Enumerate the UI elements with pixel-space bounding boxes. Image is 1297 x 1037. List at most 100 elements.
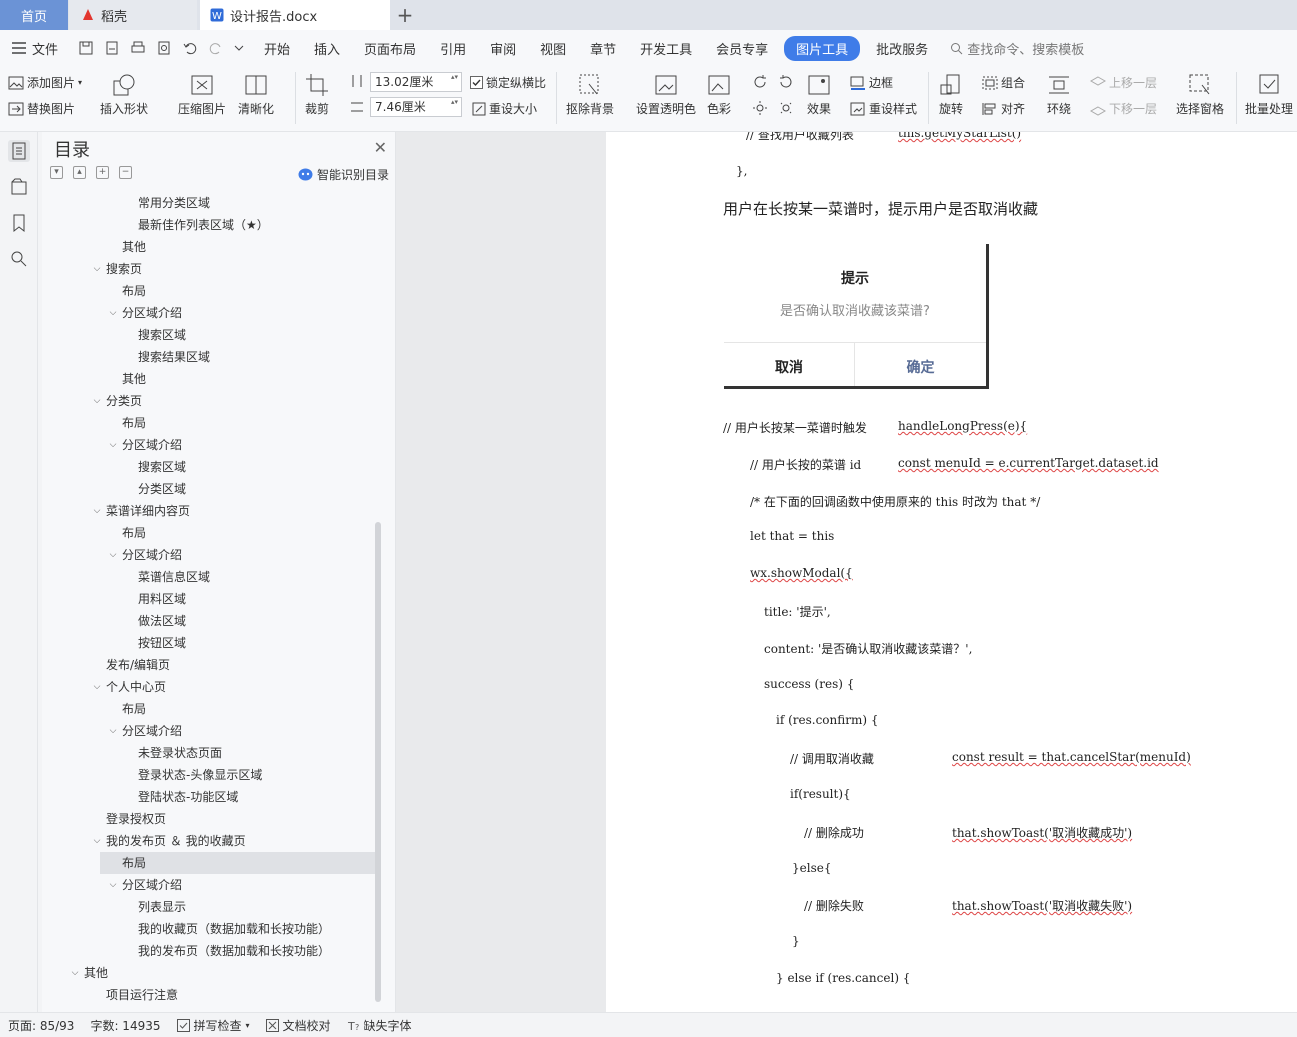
toc-item[interactable]: 按钮区域 <box>122 632 186 654</box>
rotate-button[interactable]: 旋转 <box>938 72 964 117</box>
toc-item[interactable]: 菜谱信息区域 <box>122 566 210 588</box>
tab-daoke[interactable]: 稻壳 <box>69 0 197 30</box>
toc-item[interactable]: 分类区域 <box>122 478 186 500</box>
remove-heading-icon[interactable]: − <box>119 166 132 179</box>
spell-check-button[interactable]: 拼写检查 ▾ <box>169 1017 258 1034</box>
wrap-button[interactable]: 环绕 <box>1046 72 1072 117</box>
toc-item[interactable]: 项目运行注意 <box>90 984 178 1006</box>
toc-item[interactable]: 我的发布页（数据加载和长按功能） <box>122 940 330 962</box>
chevron-down-icon[interactable]: ⌵ <box>90 390 104 412</box>
compress-picture-button[interactable]: 压缩图片 <box>178 72 226 117</box>
batch-process-button[interactable]: 批量处理 <box>1245 72 1293 117</box>
chevron-down-icon[interactable]: ⌵ <box>106 874 120 896</box>
menu-item-section[interactable]: 章节 <box>578 39 628 58</box>
toc-item[interactable]: 未登录状态页面 <box>122 742 222 764</box>
toc-item[interactable]: 登录状态-头像显示区域 <box>122 764 262 786</box>
embedded-dialog-image[interactable]: 提示 是否确认取消收藏该菜谱? 取消 确定 <box>724 244 989 389</box>
toc-scrollbar[interactable] <box>375 522 381 1002</box>
toc-item[interactable]: ⌵ 分区域介绍 <box>106 544 182 566</box>
toc-item[interactable]: 搜索区域 <box>122 456 186 478</box>
rotate-right-icon[interactable] <box>778 74 794 90</box>
toc-item[interactable]: 列表显示 <box>122 896 186 918</box>
crop-button[interactable]: 裁剪 <box>304 72 330 117</box>
toc-item[interactable]: 登录授权页 <box>90 808 166 830</box>
customize-toolbar-icon[interactable] <box>234 43 244 53</box>
brightness-up-icon[interactable] <box>752 100 768 116</box>
menu-item-member[interactable]: 会员专享 <box>704 39 780 58</box>
new-tab-button[interactable]: + <box>395 0 415 30</box>
expand-all-icon[interactable]: ▾ <box>50 166 63 179</box>
toc-item[interactable]: ⌵ 菜谱详细内容页 <box>90 500 190 522</box>
toc-item[interactable]: 布局 <box>106 280 146 302</box>
toc-item[interactable]: 做法区域 <box>122 610 186 632</box>
replace-picture-button[interactable]: 替换图片 <box>8 100 75 117</box>
bookmark-icon[interactable] <box>8 212 30 234</box>
redo-icon[interactable] <box>208 40 224 56</box>
align-button[interactable]: 对齐 <box>982 100 1025 117</box>
toc-item[interactable]: ⌵ 个人中心页 <box>90 676 166 698</box>
toc-item[interactable]: 其他 <box>106 236 146 258</box>
toc-panel-icon[interactable] <box>8 140 30 162</box>
toc-item[interactable]: 发布/编辑页 <box>90 654 170 676</box>
selection-pane-button[interactable]: 选择窗格 <box>1176 72 1224 117</box>
print-preview-icon[interactable] <box>156 40 172 56</box>
lock-ratio-checkbox[interactable]: 锁定纵横比 <box>470 74 546 91</box>
toc-item[interactable]: ⌵ 分区域介绍 <box>106 720 182 742</box>
toc-item[interactable]: 登陆状态-功能区域 <box>122 786 238 808</box>
border-button[interactable]: 边框 <box>850 74 893 91</box>
toc-item[interactable]: ⌵ 其他 <box>68 962 108 984</box>
chevron-down-icon[interactable]: ⌵ <box>106 434 120 456</box>
tab-document[interactable]: W 设计报告.docx <box>200 0 390 30</box>
menu-item-picture-tools[interactable]: 图片工具 <box>784 35 861 61</box>
chevron-down-icon[interactable]: ⌵ <box>106 302 120 324</box>
menu-item-review[interactable]: 审阅 <box>478 39 528 58</box>
toc-item[interactable]: 常用分类区域 <box>122 192 210 214</box>
missing-font-button[interactable]: T? 缺失字体 <box>339 1017 420 1034</box>
print-icon[interactable] <box>130 40 146 56</box>
page-indicator[interactable]: 页面: 85/93 <box>0 1017 82 1034</box>
add-heading-icon[interactable]: + <box>96 166 109 179</box>
chevron-down-icon[interactable]: ⌵ <box>68 962 82 984</box>
toc-item[interactable]: ⌵ 分区域介绍 <box>106 302 182 324</box>
reset-size-button[interactable]: 重设大小 <box>472 100 537 117</box>
toc-item[interactable]: 布局 <box>106 412 146 434</box>
toc-item[interactable]: 用料区域 <box>122 588 186 610</box>
add-picture-button[interactable]: 添加图片 ▾ <box>8 74 82 91</box>
menu-item-page-layout[interactable]: 页面布局 <box>352 39 428 58</box>
toc-item[interactable]: 我的收藏页（数据加载和长按功能） <box>122 918 330 940</box>
toc-item[interactable]: 最新佳作列表区域（★） <box>122 214 269 236</box>
export-pdf-icon[interactable] <box>104 40 120 56</box>
toc-item[interactable]: 布局 <box>106 522 146 544</box>
toc-item[interactable]: ⌵ 分区域介绍 <box>106 874 182 896</box>
document-page[interactable]: // 查找用户收藏列表 this.getMyStarList()}, 用户在长按某一… <box>606 132 1297 1012</box>
toc-item[interactable]: ⌵ 我的发布页 ＆ 我的收藏页 <box>90 830 246 852</box>
menu-item-references[interactable]: 引用 <box>428 39 478 58</box>
chevron-down-icon[interactable]: ⌵ <box>106 544 120 566</box>
brightness-down-icon[interactable] <box>778 100 794 116</box>
chevron-down-icon[interactable]: ⌵ <box>90 830 104 852</box>
menu-item-insert[interactable]: 插入 <box>302 39 352 58</box>
reset-style-button[interactable]: 重设样式 <box>850 100 917 117</box>
width-input[interactable]: 13.02厘米 <box>370 72 462 92</box>
menu-item-start[interactable]: 开始 <box>252 39 302 58</box>
save-icon[interactable] <box>78 40 94 56</box>
chapter-nav-icon[interactable] <box>8 176 30 198</box>
toc-item[interactable]: 搜索结果区域 <box>122 346 210 368</box>
chevron-down-icon[interactable]: ⌵ <box>90 500 104 522</box>
bring-forward-button[interactable]: 上移一层 <box>1090 74 1157 91</box>
toc-item[interactable]: 搜索区域 <box>122 324 186 346</box>
toc-item[interactable]: ⌵ 分类页 <box>90 390 142 412</box>
menu-item-view[interactable]: 视图 <box>528 39 578 58</box>
toc-item[interactable]: 其他 <box>106 368 146 390</box>
height-input[interactable]: 7.46厘米 <box>370 97 462 117</box>
toc-item[interactable]: 布局 <box>100 852 375 874</box>
color-button[interactable]: 色彩 <box>706 72 732 117</box>
file-menu[interactable]: 文件 <box>0 39 70 58</box>
tab-home[interactable]: 首页 <box>0 0 68 30</box>
menu-item-developer[interactable]: 开发工具 <box>628 39 704 58</box>
toc-item[interactable]: ⌵ 分区域介绍 <box>106 434 182 456</box>
toc-item[interactable]: ⌵ 搜索页 <box>90 258 142 280</box>
chevron-down-icon[interactable]: ⌵ <box>90 676 104 698</box>
set-transparent-button[interactable]: 设置透明色 <box>636 72 696 117</box>
rotate-left-icon[interactable] <box>752 74 768 90</box>
